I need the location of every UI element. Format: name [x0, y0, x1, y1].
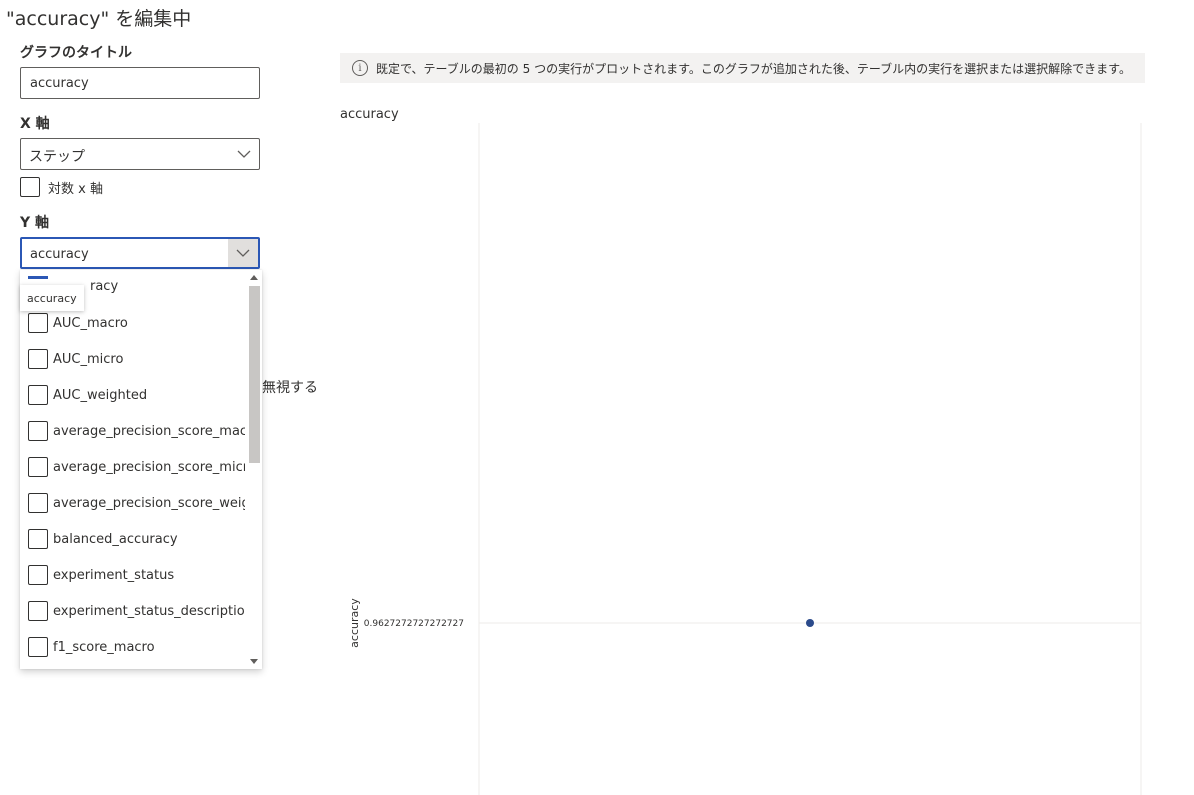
y-tick-label: 0.9627272727272727 [364, 619, 464, 629]
y-axis-title: accuracy [348, 598, 361, 648]
list-item-label: AUC_macro [53, 315, 128, 331]
scroll-down-arrow-icon[interactable] [250, 659, 258, 664]
list-item-checkbox[interactable] [28, 565, 48, 585]
log-x-axis-checkbox-row[interactable]: 対数 x 軸 [20, 177, 103, 197]
list-item[interactable]: average_precision_score_micro [28, 456, 245, 478]
chart-marks: 0.9627272727272727 [364, 619, 1141, 629]
graph-title-label: グラフのタイトル [20, 45, 132, 61]
info-icon: i [352, 60, 368, 76]
y-axis-dropdown[interactable]: accuracy [20, 237, 260, 269]
list-item-label: average_precision_score_weighted [53, 495, 245, 511]
list-item-checkbox[interactable] [28, 421, 48, 441]
list-item-checkbox[interactable] [28, 601, 48, 621]
list-item-checkbox[interactable] [28, 349, 48, 369]
list-item[interactable]: average_precision_score_macro [28, 420, 245, 442]
list-item-label: f1_score_macro [53, 639, 155, 655]
page-title: "accuracy" を編集中 [6, 8, 192, 30]
list-item[interactable]: average_precision_score_weighted [28, 492, 245, 514]
list-item-label: AUC_micro [53, 351, 124, 367]
graph-title-value: accuracy [30, 76, 89, 91]
list-item-checkbox[interactable] [28, 385, 48, 405]
y-axis-listbox[interactable]: racy AUC_macro AUC_micro AUC_weighted av… [20, 270, 262, 669]
x-axis-label: X 軸 [20, 116, 50, 132]
scroll-up-arrow-icon[interactable] [250, 275, 258, 280]
list-item[interactable]: balanced_accuracy [28, 528, 178, 550]
checked-indicator [28, 276, 48, 279]
list-item[interactable]: f1_score_macro [28, 636, 155, 658]
listbox-scrollbar[interactable] [246, 270, 262, 669]
chart: accuracy 0.9627272727272727 [348, 123, 1142, 795]
graph-title-input[interactable]: accuracy [20, 67, 260, 99]
list-item[interactable]: AUC_micro [28, 348, 123, 370]
log-x-axis-label: 対数 x 軸 [48, 181, 103, 197]
list-item-label: AUC_weighted [53, 387, 148, 403]
list-item[interactable]: AUC_weighted [28, 384, 147, 406]
list-item-checkbox[interactable] [28, 313, 48, 333]
log-x-axis-checkbox[interactable] [20, 177, 40, 197]
list-item-label: average_precision_score_macro [53, 423, 245, 439]
list-item-label: experiment_status [53, 567, 175, 583]
list-item-label: racy [90, 279, 119, 294]
data-point [806, 619, 814, 627]
x-axis-dropdown[interactable]: ステップ [20, 138, 260, 170]
chevron-down-icon [228, 239, 258, 267]
list-item[interactable]: AUC_macro [28, 312, 128, 334]
scrollbar-thumb[interactable] [249, 286, 260, 463]
info-text: 既定で、テーブルの最初の 5 つの実行がプロットされます。このグラフが追加された… [376, 61, 1131, 76]
y-axis-value: accuracy [30, 247, 89, 262]
x-axis-value: ステップ [29, 149, 85, 165]
list-item[interactable]: experiment_status [28, 564, 174, 586]
chevron-down-icon [229, 139, 259, 169]
list-item[interactable]: experiment_status_description [28, 600, 245, 622]
list-item-checkbox[interactable] [28, 493, 48, 513]
list-item-label: experiment_status_description [53, 603, 245, 619]
info-banner: i 既定で、テーブルの最初の 5 つの実行がプロットされます。このグラフが追加さ… [340, 53, 1145, 83]
list-item-checkbox[interactable] [28, 637, 48, 657]
list-item-checkbox[interactable] [28, 529, 48, 549]
list-item-checkbox[interactable] [28, 457, 48, 477]
ignore-option-label: 無視する [262, 380, 318, 396]
list-item-label: balanced_accuracy [53, 531, 178, 547]
list-item-label: average_precision_score_micro [53, 459, 245, 475]
tooltip: accuracy [20, 285, 84, 311]
y-axis-label: Y 軸 [20, 215, 50, 231]
